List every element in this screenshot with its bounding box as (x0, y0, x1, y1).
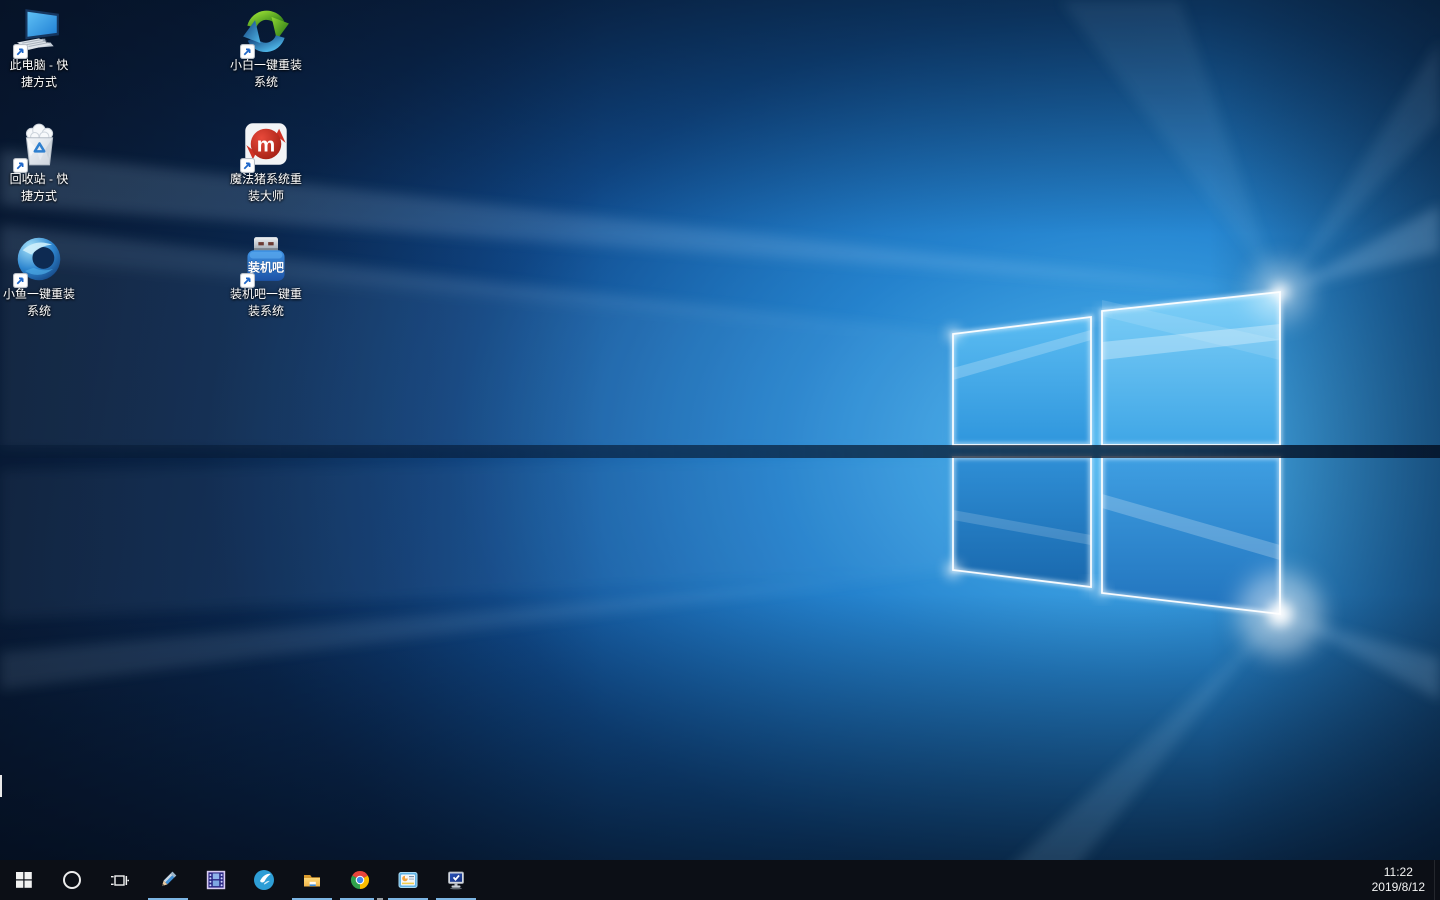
start-button[interactable] (0, 860, 48, 900)
shortcut-arrow-icon (13, 273, 28, 288)
folder-icon (302, 870, 322, 890)
pencil-icon (158, 870, 178, 890)
icon-label: 小白一键重装 系统 (230, 57, 302, 91)
system-info-card-icon (398, 870, 418, 890)
task-view-button[interactable] (96, 860, 144, 900)
shortcut-arrow-icon (240, 273, 255, 288)
shortcut-arrow-icon (240, 158, 255, 173)
desktop-icon-xiaobai-reinstall[interactable]: 小白一键重装 系统 (218, 6, 314, 91)
film-strip-icon (206, 870, 226, 890)
pinned-system-info-button[interactable] (384, 860, 432, 900)
svg-text:m: m (257, 134, 275, 157)
desktop-icon-zhuangjiba-reinstall[interactable]: 装机吧 装机吧一键重 装系统 (218, 235, 314, 320)
icon-label: 装机吧一键重 装系统 (230, 286, 302, 320)
wallpaper-horizon-band (0, 445, 1440, 458)
shortcut-arrow-icon (240, 44, 255, 59)
pinned-file-explorer-button[interactable] (288, 860, 336, 900)
system-tray: 11:22 2019/8/12 (1366, 860, 1440, 900)
desktop: 此电脑 - 快 捷方式 (0, 0, 1440, 900)
desktop-icon-recycle-bin[interactable]: 回收站 - 快 捷方式 (0, 120, 87, 205)
shortcut-arrow-icon (13, 158, 28, 173)
task-view-icon (111, 872, 129, 889)
pinned-messaging-app-button[interactable] (240, 860, 288, 900)
icon-label: 小鱼一键重装 系统 (3, 286, 75, 320)
show-desktop-button[interactable] (1434, 860, 1440, 900)
pinned-pc-tool-button[interactable] (432, 860, 480, 900)
desktop-icon-xiaoyu-reinstall[interactable]: 小鱼一键重装 系统 (0, 235, 87, 320)
search-icon (63, 871, 81, 889)
tray-clock[interactable]: 11:22 2019/8/12 (1366, 860, 1434, 900)
icon-label: 回收站 - 快 捷方式 (10, 171, 69, 205)
desktop-icon-this-pc[interactable]: 此电脑 - 快 捷方式 (0, 6, 87, 91)
pinned-video-player-button[interactable] (192, 860, 240, 900)
computer-check-icon (446, 870, 466, 890)
wing-icon (253, 869, 275, 891)
desktop-icon-mofazhu-reinstall[interactable]: m 魔法猪系统重 装大师 (218, 120, 314, 205)
shortcut-arrow-icon (13, 44, 28, 59)
search-button[interactable] (48, 860, 96, 900)
chrome-icon (350, 870, 370, 890)
tray-date: 2019/8/12 (1372, 880, 1425, 895)
screen-edge-artifact (0, 775, 2, 797)
taskbar: 11:22 2019/8/12 (0, 860, 1440, 900)
pinned-drawing-tool-button[interactable] (144, 860, 192, 900)
icon-label: 魔法猪系统重 装大师 (230, 171, 302, 205)
windows-logo-icon (16, 872, 32, 888)
icon-label: 此电脑 - 快 捷方式 (10, 57, 69, 91)
windows-logo (946, 262, 1322, 656)
tray-time: 11:22 (1384, 865, 1413, 880)
pinned-chrome-button[interactable] (336, 860, 384, 900)
